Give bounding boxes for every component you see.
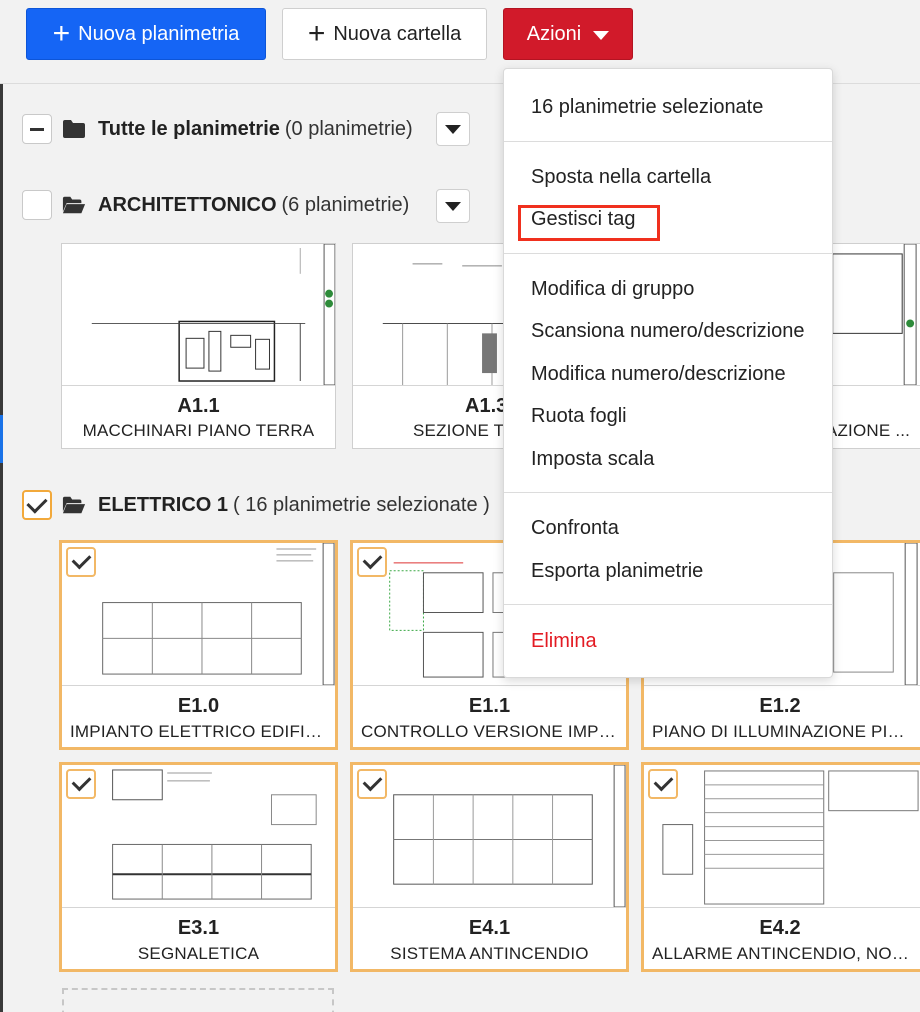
sheet-title: AZIONE ... [825, 421, 911, 440]
drawing-preview [662, 770, 919, 905]
sheet-checkbox[interactable] [66, 547, 96, 577]
new-folder-label: Nuova cartella [333, 22, 462, 45]
menu-item-compare[interactable]: Confronta [531, 517, 619, 540]
check-icon [71, 549, 91, 570]
folder-open-icon [62, 196, 86, 214]
menu-item-group-edit[interactable]: Modifica di gruppo [531, 278, 694, 301]
group-elec-name: ELETTRICO 1 [98, 493, 229, 516]
sheet-thumbnail [62, 244, 335, 386]
sheet-title: IMPIANTO ELETTRICO EDIFICIO [70, 722, 327, 741]
menu-divider [504, 253, 832, 254]
sheet-checkbox[interactable] [648, 769, 678, 799]
sheet-card[interactable]: E3.1 SEGNALETICA [59, 762, 338, 972]
menu-divider [504, 604, 832, 605]
menu-item-delete[interactable]: Elimina [531, 630, 597, 653]
sheet-thumbnail [353, 765, 626, 908]
group-all-name: Tutte le planimetrie [98, 117, 280, 140]
menu-item-set-scale[interactable]: Imposta scala [531, 448, 654, 471]
sheet-number: E1.2 [759, 695, 801, 717]
drawing-preview [393, 765, 626, 907]
sheet-card[interactable]: E4.2 ALLARME ANTINCENDIO, NOTE [641, 762, 920, 972]
folder-open-icon [62, 496, 86, 514]
sheet-checkbox[interactable] [357, 547, 387, 577]
group-elec-count: ( 16 planimetrie selezionate ) [233, 493, 490, 516]
sheet-title: PIANO DI ILLUMINAZIONE PIANO [652, 722, 910, 741]
folder-closed-icon [63, 120, 85, 138]
check-icon [362, 771, 382, 792]
drawing-preview [102, 543, 335, 685]
group-all-checkbox[interactable] [22, 114, 52, 144]
sheet-number: E4.1 [468, 917, 511, 939]
sheet-number: E4.2 [759, 917, 801, 939]
sheet-thumbnail [62, 765, 335, 908]
group-all-count: (0 planimetrie) [284, 117, 413, 140]
group-arch-count: (6 planimetrie) [281, 193, 410, 216]
sheet-number: E1.0 [177, 695, 220, 717]
sheet-checkbox[interactable] [357, 769, 387, 799]
menu-item-edit-number[interactable]: Modifica numero/descrizione [531, 363, 786, 386]
sheet-title: SISTEMA ANTINCENDIO [390, 944, 589, 963]
actions-menu: 16 planimetrie selezionate Sposta nella … [503, 68, 833, 678]
menu-selected-count: 16 planimetrie selezionate [531, 96, 764, 118]
highlight-box [518, 205, 660, 241]
sheet-card[interactable]: A1.1 MACCHINARI PIANO TERRA [61, 243, 336, 449]
check-icon [26, 491, 48, 514]
minus-icon [30, 127, 44, 131]
group-arch-name: ARCHITETTONICO [98, 193, 277, 216]
caret-down-icon [593, 30, 610, 40]
sheet-thumbnail [62, 543, 335, 686]
sheet-number: E1.1 [468, 695, 511, 717]
group-arch-row: ARCHITETTONICO (6 planimetrie) [22, 188, 409, 222]
group-arch-checkbox[interactable] [22, 190, 52, 220]
group-elec-row: ELETTRICO 1 ( 16 planimetrie selezionate… [22, 488, 490, 522]
menu-divider [504, 492, 832, 493]
sheet-checkbox[interactable] [66, 769, 96, 799]
menu-item-export[interactable]: Esporta planimetrie [531, 560, 703, 583]
plus-icon: + [307, 17, 326, 50]
actions-label: Azioni [526, 22, 582, 45]
plus-icon: + [52, 17, 71, 50]
menu-item-scan-number[interactable]: Scansiona numero/descrizione [531, 320, 805, 343]
sheet-title: SEGNALETICA [137, 944, 260, 963]
sheet-number: E3.1 [177, 917, 220, 939]
drawing-preview [91, 244, 335, 385]
sheet-card-placeholder [62, 988, 334, 1012]
group-arch-dropdown[interactable] [436, 189, 470, 223]
sheet-number: A1.1 [177, 395, 220, 417]
new-plan-label: Nuova planimetria [78, 22, 240, 45]
sheet-title: CONTROLLO VERSIONE IMPIANTO [361, 722, 618, 741]
check-icon [71, 771, 91, 792]
check-icon [362, 549, 382, 570]
group-all-row: Tutte le planimetrie (0 planimetrie) [22, 112, 413, 146]
check-icon [653, 771, 673, 792]
sheet-title: MACCHINARI PIANO TERRA [82, 421, 315, 440]
left-edge-bar [0, 0, 3, 1012]
sheet-title: ALLARME ANTINCENDIO, NOTE [652, 944, 910, 963]
caret-down-icon [445, 201, 461, 211]
actions-button[interactable]: Azioni [503, 8, 633, 60]
caret-down-icon [445, 124, 461, 134]
menu-divider [504, 141, 832, 142]
sheet-number: A1.3 [465, 395, 508, 417]
menu-item-move-to-folder[interactable]: Sposta nella cartella [531, 166, 711, 189]
sheet-card[interactable]: E1.0 IMPIANTO ELETTRICO EDIFICIO [59, 540, 338, 750]
new-plan-button[interactable]: + Nuova planimetria [26, 8, 266, 60]
sheet-card[interactable]: E4.1 SISTEMA ANTINCENDIO [350, 762, 629, 972]
group-elec-checkbox[interactable] [22, 490, 52, 520]
group-all-dropdown[interactable] [436, 112, 470, 146]
new-folder-button[interactable]: + Nuova cartella [282, 8, 487, 60]
menu-item-rotate-sheets[interactable]: Ruota fogli [531, 405, 627, 428]
sheet-title: SEZIONE T [413, 421, 505, 440]
left-edge-accent [0, 415, 3, 463]
sheet-thumbnail [644, 765, 920, 908]
drawing-preview [112, 769, 317, 900]
